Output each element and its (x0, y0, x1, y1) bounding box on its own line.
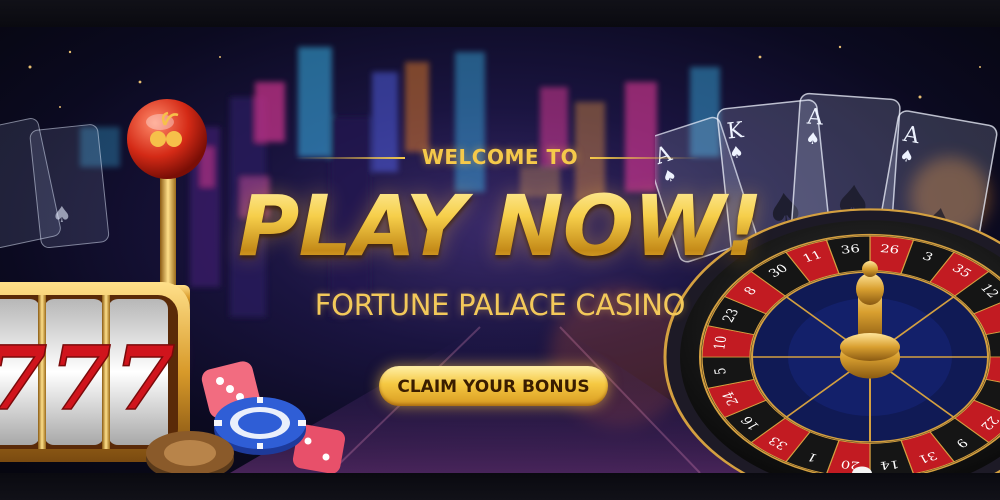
welcome-text: WELCOME TO (421, 145, 579, 169)
claim-bonus-button[interactable]: CLAIM YOUR BONUS (379, 366, 608, 406)
bottom-letterbox (0, 473, 1000, 500)
top-letterbox (0, 0, 1000, 27)
divider-right (590, 157, 700, 159)
headline-block: WELCOME TO PLAY NOW! FORTUNE PALACE CASI… (0, 27, 1000, 473)
casino-banner: ♠ (0, 27, 1000, 473)
page-frame: ♠ (0, 0, 1000, 500)
casino-name: FORTUNE PALACE CASINO (314, 288, 686, 322)
headline-play-now: PLAY NOW! (0, 177, 1000, 275)
